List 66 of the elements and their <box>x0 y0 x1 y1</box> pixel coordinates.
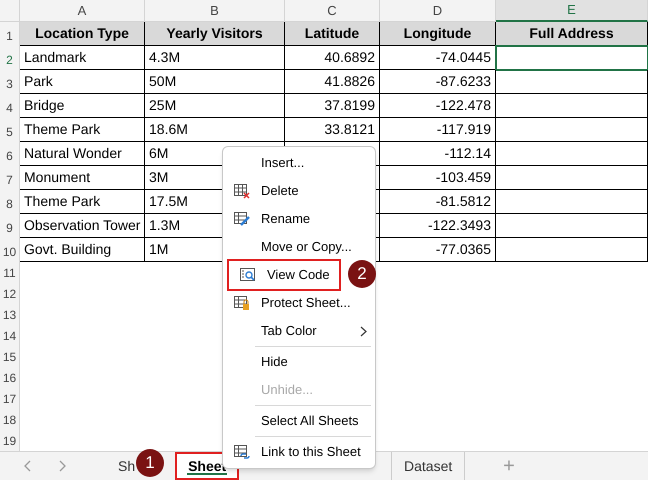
row-number[interactable]: 17 <box>0 388 20 409</box>
header-cell: Location Type <box>20 22 145 46</box>
row-number[interactable]: 18 <box>0 409 20 430</box>
table-cell: -81.5812 <box>380 190 496 214</box>
table-cell: 50M <box>145 70 285 94</box>
table-cell: Bridge <box>20 94 145 118</box>
row-number[interactable]: 1 <box>0 22 20 46</box>
menu-item[interactable]: Select All Sheets <box>223 407 375 435</box>
table-cell: Natural Wonder <box>20 142 145 166</box>
rename-table-icon <box>233 211 251 227</box>
delete-table-icon <box>233 183 251 199</box>
table-cell: -117.919 <box>380 118 496 142</box>
table-cell: 25M <box>145 94 285 118</box>
header-cell: Longitude <box>380 22 496 46</box>
header-cell: Full Address <box>496 22 648 46</box>
row-number[interactable]: 7 <box>0 166 20 190</box>
header-cell: Latitude <box>285 22 380 46</box>
row-number[interactable]: 2 <box>0 46 20 70</box>
row-number[interactable]: 13 <box>0 304 20 325</box>
table-cell: -103.459 <box>380 166 496 190</box>
row-number[interactable]: 5 <box>0 118 20 142</box>
row-number[interactable]: 12 <box>0 283 20 304</box>
table-cell: 18.6M <box>145 118 285 142</box>
link-table-icon <box>233 444 251 460</box>
row-number[interactable]: 6 <box>0 142 20 166</box>
row-number[interactable]: 10 <box>0 238 20 262</box>
scroll-left-icon[interactable] <box>24 460 32 472</box>
menu-item[interactable]: View Code <box>229 261 339 289</box>
table-cell: 41.8826 <box>285 70 380 94</box>
sheet-tab[interactable]: Dataset <box>391 452 466 480</box>
view-code-icon <box>239 267 257 283</box>
row-number[interactable]: 3 <box>0 70 20 94</box>
row-number[interactable]: 4 <box>0 94 20 118</box>
table-cell: 40.6892 <box>285 46 380 70</box>
row-number[interactable]: 15 <box>0 346 20 367</box>
row-number[interactable]: 16 <box>0 367 20 388</box>
table-cell: 4.3M <box>145 46 285 70</box>
table-cell: 33.8121 <box>285 118 380 142</box>
row-number[interactable]: 11 <box>0 262 20 283</box>
table-cell: Park <box>20 70 145 94</box>
table-cell: -74.0445 <box>380 46 496 70</box>
table-cell: Monument <box>20 166 145 190</box>
table-cell: Observation Tower <box>20 214 145 238</box>
row-number[interactable]: 8 <box>0 190 20 214</box>
row-number[interactable]: 19 <box>0 430 20 451</box>
table-cell: -122.478 <box>380 94 496 118</box>
menu-item[interactable]: Hide <box>223 348 375 376</box>
lock-table-icon <box>233 295 251 311</box>
menu-item[interactable]: Tab Color <box>223 317 375 345</box>
table-cell: Theme Park <box>20 118 145 142</box>
table-cell: -87.6233 <box>380 70 496 94</box>
column-header[interactable]: E <box>496 0 648 22</box>
table-cell: -77.0365 <box>380 238 496 262</box>
scroll-right-icon[interactable] <box>58 460 66 472</box>
header-cell: Yearly Visitors <box>145 22 285 46</box>
sheet-tab[interactable]: Sh <box>118 452 136 480</box>
row-number[interactable]: 9 <box>0 214 20 238</box>
menu-item[interactable]: Protect Sheet... <box>223 289 375 317</box>
row-number[interactable]: 14 <box>0 325 20 346</box>
table-cell: -122.3493 <box>380 214 496 238</box>
selected-cell[interactable] <box>496 46 648 70</box>
table-cell: Landmark <box>20 46 145 70</box>
table-cell: 37.8199 <box>285 94 380 118</box>
table-cell: -112.14 <box>380 142 496 166</box>
table-cell: Theme Park <box>20 190 145 214</box>
table-cell: Govt. Building <box>20 238 145 262</box>
